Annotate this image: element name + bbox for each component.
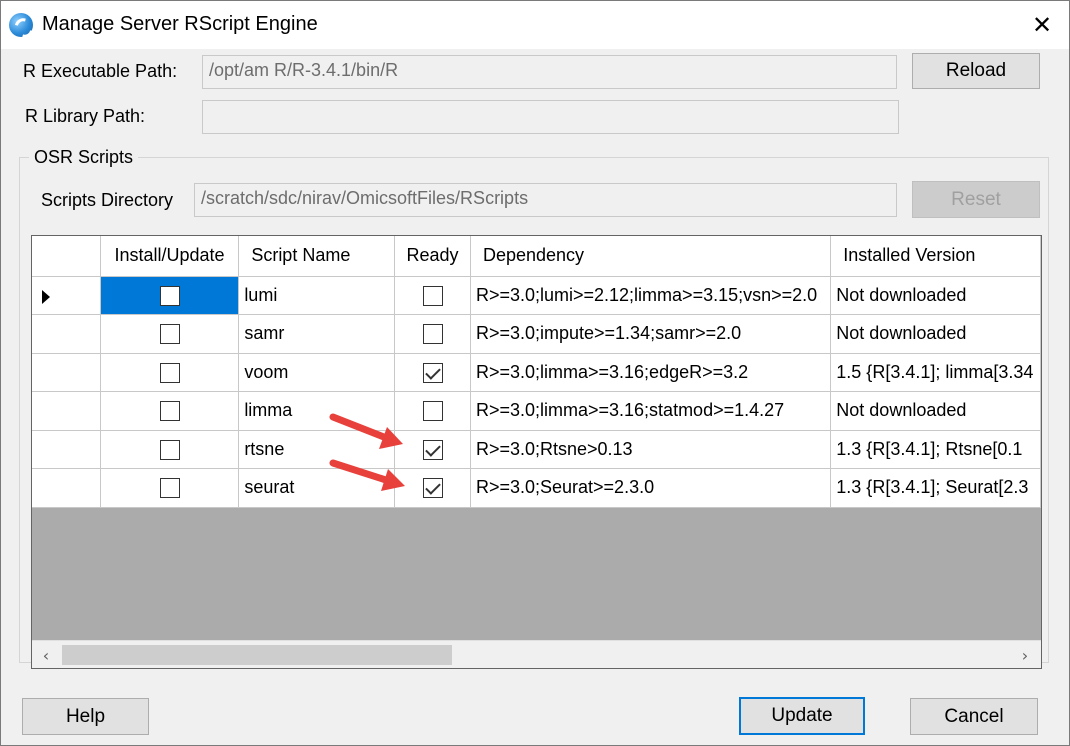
install-update-cell[interactable] [100,468,240,508]
annotation-arrow-icon [329,459,405,491]
ready-cell[interactable] [394,276,471,315]
row-header[interactable] [32,276,101,315]
column-header-installed-version[interactable]: Installed Version [830,236,1041,277]
installed-version-cell[interactable]: 1.3 {R[3.4.1]; Rtsne[0.1 [830,430,1041,469]
scroll-left-icon[interactable]: ‹ [36,645,56,665]
install-update-checkbox[interactable] [159,439,180,460]
annotation-arrow-icon [329,413,403,449]
install-update-cell[interactable] [100,276,240,315]
installed-version-cell[interactable]: Not downloaded [830,391,1041,431]
dependency-cell[interactable]: R>=3.0;lumi>=2.12;limma>=3.15;vsn>=2.0 [470,276,832,315]
install-update-cell[interactable] [100,391,240,431]
update-button[interactable]: Update [739,697,865,735]
current-row-icon [42,289,50,304]
app-logo-icon [9,13,33,37]
dependency-cell[interactable]: R>=3.0;limma>=3.16;statmod>=1.4.27 [470,391,832,431]
row-header[interactable] [32,468,101,508]
ready-checkbox[interactable] [422,362,443,383]
table-row[interactable]: limma R>=3.0;limma>=3.16;statmod>=1.4.27… [32,391,1041,431]
dialog-window: Manage Server RScript Engine ✕ R Executa… [0,0,1070,746]
r-library-path-label: R Library Path: [25,106,146,126]
ready-checkbox[interactable] [422,439,443,460]
install-update-checkbox[interactable] [159,362,180,383]
scripts-directory-value: /scratch/sdc/nirav/OmicsoftFiles/RScript… [201,188,529,208]
r-executable-path-field[interactable]: /opt/am R/R-3.4.1/bin/R [202,55,897,89]
row-header[interactable] [32,314,101,354]
table-row[interactable]: seurat R>=3.0;Seurat>=2.3.0 1.3 {R[3.4.1… [32,468,1041,508]
horizontal-scrollbar[interactable]: ‹ › [32,640,1041,668]
column-header-ready[interactable]: Ready [394,236,471,277]
table-row[interactable]: rtsne R>=3.0;Rtsne>0.13 1.3 {R[3.4.1]; R… [32,430,1041,469]
r-executable-path-label: R Executable Path: [23,61,178,81]
r-executable-path-value: /opt/am R/R-3.4.1/bin/R [209,60,399,80]
ready-checkbox[interactable] [422,324,443,345]
cancel-button[interactable]: Cancel [910,698,1038,735]
dependency-cell[interactable]: R>=3.0;Rtsne>0.13 [470,430,832,469]
column-header-script-name[interactable]: Script Name [238,236,396,277]
script-name-cell[interactable]: lumi [238,276,396,315]
dependency-cell[interactable]: R>=3.0;limma>=3.16;edgeR>=3.2 [470,353,832,392]
row-header[interactable] [32,430,101,469]
scrollbar-thumb[interactable] [62,645,452,665]
install-update-cell[interactable] [100,353,240,392]
ready-checkbox[interactable] [422,401,443,422]
installed-version-cell[interactable]: 1.5 {R[3.4.1]; limma[3.34 [830,353,1041,392]
osr-scripts-group-label: OSR Scripts [29,147,139,168]
window-title: Manage Server RScript Engine [42,13,318,35]
title-bar: Manage Server RScript Engine ✕ [1,1,1069,49]
scripts-directory-label: Scripts Directory [41,190,174,210]
script-name-cell[interactable]: voom [238,353,396,392]
r-library-path-field[interactable] [202,100,899,134]
scripts-directory-field[interactable]: /scratch/sdc/nirav/OmicsoftFiles/RScript… [194,183,897,217]
ready-checkbox[interactable] [422,285,443,306]
table-row[interactable]: voom R>=3.0;limma>=3.16;edgeR>=3.2 1.5 {… [32,353,1041,392]
row-header[interactable] [32,353,101,392]
scroll-right-icon[interactable]: › [1015,645,1035,665]
dependency-cell[interactable]: R>=3.0;Seurat>=2.3.0 [470,468,832,508]
install-update-checkbox[interactable] [159,324,180,345]
dependency-cell[interactable]: R>=3.0;impute>=1.34;samr>=2.0 [470,314,832,354]
table-row[interactable]: lumi R>=3.0;lumi>=2.12;limma>=3.15;vsn>=… [32,276,1041,315]
ready-cell[interactable] [394,353,471,392]
install-update-checkbox[interactable] [159,401,180,422]
column-header-install-update[interactable]: Install/Update [100,236,240,277]
help-button[interactable]: Help [22,698,149,735]
scripts-grid[interactable]: Install/Update Script Name Ready Depende… [31,235,1042,669]
install-update-checkbox[interactable] [159,478,180,499]
ready-checkbox[interactable] [422,478,443,499]
install-update-checkbox[interactable] [159,285,180,306]
script-name-cell[interactable]: samr [238,314,396,354]
table-header-row: Install/Update Script Name Ready Depende… [32,236,1041,277]
scripts-table: Install/Update Script Name Ready Depende… [32,236,1041,508]
table-row[interactable]: samr R>=3.0;impute>=1.34;samr>=2.0 Not d… [32,314,1041,354]
column-header-dependency[interactable]: Dependency [470,236,832,277]
reset-button[interactable]: Reset [912,181,1040,218]
installed-version-cell[interactable]: Not downloaded [830,314,1041,354]
installed-version-cell[interactable]: Not downloaded [830,276,1041,315]
close-icon[interactable]: ✕ [1025,9,1059,41]
install-update-cell[interactable] [100,430,240,469]
row-header-corner [32,236,101,277]
row-header[interactable] [32,391,101,431]
annotation-arrows [329,413,405,491]
ready-cell[interactable] [394,314,471,354]
reload-button[interactable]: Reload [912,53,1040,89]
installed-version-cell[interactable]: 1.3 {R[3.4.1]; Seurat[2.3 [830,468,1041,508]
install-update-cell[interactable] [100,314,240,354]
